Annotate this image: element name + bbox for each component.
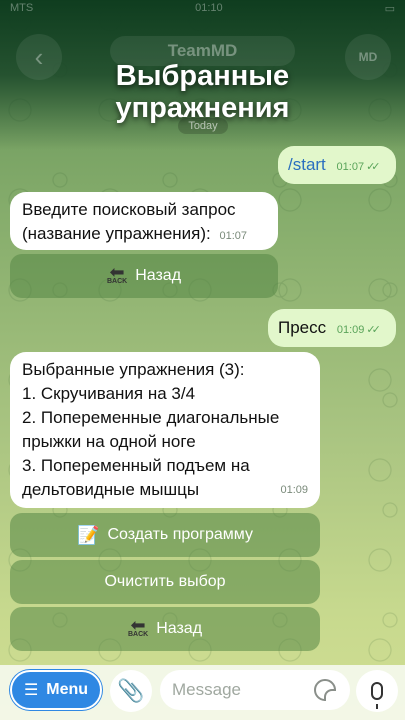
message-line: 3. Попеременный подъем на: [22, 456, 250, 475]
message-text[interactable]: Пресс: [278, 318, 326, 337]
message-text[interactable]: /start: [288, 155, 326, 174]
message-line: 1. Скручивания на 3/4: [22, 384, 196, 403]
message-time: 01:09: [280, 484, 308, 496]
carrier-text: MTS: [10, 2, 34, 14]
message-line: 2. Попеременные диагональные: [22, 408, 280, 427]
inline-button-back[interactable]: ⬅ BACK Назад: [10, 254, 278, 298]
outgoing-message[interactable]: Пресс 01:09 ✓✓: [268, 309, 396, 347]
message-time: 01:09: [336, 324, 365, 336]
message-text: Введите поисковый запрос (название упраж…: [22, 200, 236, 243]
message-line: Выбранные упражнения (3):: [22, 360, 245, 379]
back-arrow-icon: ⬅ BACK: [106, 262, 128, 285]
inline-button-clear-selection[interactable]: Очистить выбор: [10, 560, 320, 604]
status-bar: MTS 01:10 ▭: [0, 0, 405, 16]
button-label: Создать программу: [107, 526, 253, 543]
double-check-icon: ✓✓: [366, 161, 381, 173]
message-time: 01:07: [336, 161, 365, 173]
date-chip: Today: [178, 118, 228, 134]
message-composer: ☰ Menu 📎: [0, 665, 405, 720]
memo-icon: 📝: [77, 524, 100, 545]
button-label: Назад: [135, 267, 182, 284]
sticker-icon[interactable]: [314, 679, 336, 701]
message-line-text: дельтовидные мышцы: [22, 480, 200, 499]
menu-label: Menu: [46, 681, 89, 698]
paperclip-icon: 📎: [117, 678, 145, 703]
outgoing-message[interactable]: /start 01:07 ✓✓: [278, 146, 396, 184]
inline-button-back[interactable]: ⬅ BACK Назад: [10, 607, 320, 651]
incoming-message: Выбранные упражнения (3): 1. Скручивания…: [10, 352, 320, 508]
inline-button-create-program[interactable]: 📝 Создать программу: [10, 513, 320, 557]
menu-button[interactable]: ☰ Menu: [10, 670, 102, 710]
button-label: Очистить выбор: [104, 573, 226, 590]
microphone-button[interactable]: [356, 670, 398, 712]
clock-text: 01:10: [195, 2, 223, 14]
incoming-message: Введите поисковый запрос (название упраж…: [10, 192, 278, 250]
hamburger-icon: ☰: [23, 682, 39, 699]
message-line: дельтовидные мышцы 01:09: [22, 478, 308, 502]
button-label: Назад: [156, 620, 203, 637]
back-arrow-icon: ⬅ BACK: [127, 615, 149, 638]
double-check-icon: ✓✓: [366, 324, 381, 336]
attach-button[interactable]: 📎: [110, 670, 152, 712]
overlay-title-text: Выбранные упражнения: [115, 60, 290, 124]
overlay-title: Выбранные упражнения: [0, 60, 405, 124]
microphone-icon: [371, 682, 383, 709]
battery-icon: ▭: [384, 3, 395, 15]
message-line: прыжки на одной ноге: [22, 432, 196, 451]
message-time: 01:07: [219, 230, 248, 242]
